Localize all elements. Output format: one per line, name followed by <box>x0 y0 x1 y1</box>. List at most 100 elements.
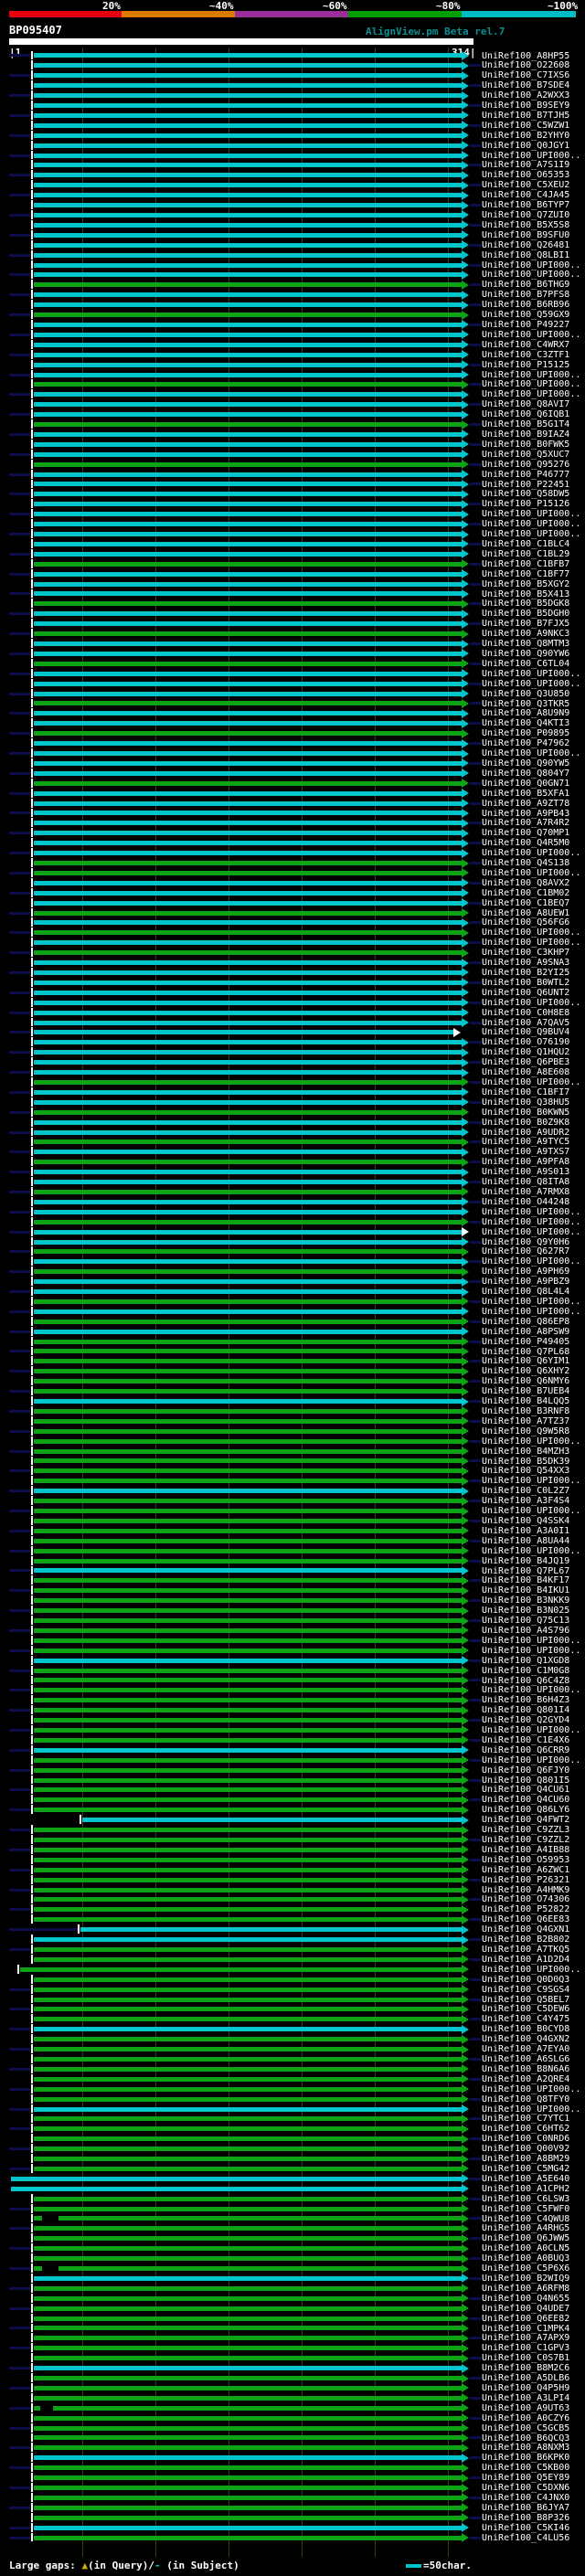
hit-label[interactable]: UniRef100_C4WRX7 <box>482 340 569 350</box>
hit-label[interactable]: UniRef100_UPI000.. <box>482 1436 580 1447</box>
hit-label[interactable]: UniRef100_B0KWN5 <box>482 1108 569 1118</box>
hit-label[interactable]: UniRef100_Q56FG6 <box>482 917 569 928</box>
hit-label[interactable]: UniRef100_Q4UDE7 <box>482 2304 569 2314</box>
hit-label[interactable]: UniRef100_A9UT63 <box>482 2403 569 2413</box>
hit-label[interactable]: UniRef100_A8E608 <box>482 1067 569 1077</box>
hsp-bar[interactable] <box>34 153 462 158</box>
hit-label[interactable]: UniRef100_A8UA44 <box>482 1536 569 1546</box>
hit-label[interactable]: UniRef100_P49405 <box>482 1337 569 1347</box>
hsp-bar[interactable] <box>34 1418 462 1424</box>
hsp-bar[interactable] <box>34 1568 462 1574</box>
hsp-bar[interactable] <box>34 1160 462 1165</box>
hit-label[interactable]: UniRef100_A9TXS7 <box>482 1147 569 1157</box>
hsp-bar[interactable] <box>34 143 462 148</box>
hsp-bar[interactable] <box>34 2445 462 2451</box>
hit-label[interactable]: UniRef100_A0CLN5 <box>482 2243 569 2253</box>
hit-label[interactable]: UniRef100_Q6IQB1 <box>482 409 569 419</box>
hsp-bar[interactable] <box>34 681 462 686</box>
hit-label[interactable]: UniRef100_UPI000.. <box>482 1207 580 1217</box>
hit-label[interactable]: UniRef100_Q0D0Q3 <box>482 1975 569 1985</box>
hsp-bar[interactable] <box>34 2196 462 2201</box>
hit-label[interactable]: UniRef100_A9ZT78 <box>482 799 569 809</box>
hit-label[interactable]: UniRef100_UPI000.. <box>482 270 580 280</box>
hsp-bar[interactable] <box>34 1937 462 1943</box>
hit-label[interactable]: UniRef100_B4IKU1 <box>482 1585 569 1595</box>
hit-label[interactable]: UniRef100_B4JQ19 <box>482 1556 569 1566</box>
hit-label[interactable]: UniRef100_Q804Y7 <box>482 769 569 779</box>
hsp-bar[interactable] <box>34 1757 462 1763</box>
hsp-bar[interactable] <box>34 502 462 507</box>
hsp-bar[interactable] <box>34 671 462 676</box>
hit-label[interactable]: UniRef100_C9ZZL2 <box>482 1835 569 1845</box>
hit-label[interactable]: UniRef100_Q8LBI1 <box>482 250 569 260</box>
hsp-bar[interactable] <box>34 1468 462 1474</box>
hit-label[interactable]: UniRef100_UPI000.. <box>482 1646 580 1656</box>
hsp-bar[interactable] <box>34 1747 462 1753</box>
hsp-bar[interactable] <box>34 392 462 398</box>
hsp-bar[interactable] <box>34 1648 462 1653</box>
hit-label[interactable]: UniRef100_B5X5S8 <box>482 220 569 230</box>
hsp-bar[interactable] <box>34 571 462 577</box>
hit-label[interactable]: UniRef100_Q3U850 <box>482 689 569 699</box>
hit-label[interactable]: UniRef100_B0WTL2 <box>482 978 569 988</box>
hit-label[interactable]: UniRef100_C4LU56 <box>482 2533 569 2543</box>
hit-label[interactable]: UniRef100_Q1XGD8 <box>482 1656 569 1666</box>
hit-label[interactable]: UniRef100_Q4S138 <box>482 858 569 868</box>
hit-label[interactable]: UniRef100_O65353 <box>482 170 569 180</box>
hsp-bar[interactable] <box>34 1837 462 1842</box>
hit-label[interactable]: UniRef100_B5XGY2 <box>482 579 569 589</box>
hit-label[interactable]: UniRef100_Q8AVX2 <box>482 878 569 888</box>
hsp-bar[interactable] <box>34 701 462 706</box>
hsp-bar[interactable] <box>34 990 462 995</box>
hsp-bar[interactable] <box>34 2356 462 2361</box>
hsp-bar[interactable] <box>34 1180 462 1185</box>
hit-label[interactable]: UniRef100_B7SDE4 <box>482 80 569 90</box>
hsp-bar[interactable] <box>34 970 462 975</box>
hsp-bar[interactable] <box>34 1249 462 1255</box>
hit-label[interactable]: UniRef100_B9SEY9 <box>482 101 569 111</box>
hsp-bar[interactable] <box>34 1867 462 1872</box>
hsp-bar[interactable] <box>34 1309 462 1314</box>
hit-label[interactable]: UniRef100_C5DXN6 <box>482 2483 569 2493</box>
hit-label[interactable]: UniRef100_Q00V92 <box>482 2144 569 2154</box>
hit-label[interactable]: UniRef100_UPI000.. <box>482 1685 580 1695</box>
hit-label[interactable]: UniRef100_C4JNX0 <box>482 2493 569 2503</box>
hit-label[interactable]: UniRef100_A7S1I9 <box>482 160 569 170</box>
hit-label[interactable]: UniRef100_P15125 <box>482 360 569 370</box>
hit-label[interactable]: UniRef100_Q38HU5 <box>482 1097 569 1108</box>
hsp-bar[interactable] <box>34 1777 462 1783</box>
hsp-bar[interactable] <box>34 133 462 138</box>
hsp-bar[interactable] <box>34 1727 462 1733</box>
hsp-bar[interactable] <box>34 183 462 188</box>
hit-label[interactable]: UniRef100_A0CZY6 <box>482 2413 569 2423</box>
hsp-bar[interactable] <box>34 1737 462 1743</box>
hsp-bar[interactable] <box>34 232 462 238</box>
hit-label[interactable]: UniRef100_Q0GN71 <box>482 779 569 789</box>
hit-label[interactable]: UniRef100_Q4P5H9 <box>482 2383 569 2393</box>
hsp-bar[interactable] <box>34 561 462 567</box>
hit-label[interactable]: UniRef100_B4LQQ5 <box>482 1396 569 1406</box>
hit-label[interactable]: UniRef100_A9PFA8 <box>482 1157 569 1167</box>
hit-label[interactable]: UniRef100_UPI000.. <box>482 151 580 161</box>
hit-label[interactable]: UniRef100_Q4GXN1 <box>482 1924 569 1935</box>
hit-label[interactable]: UniRef100_C1MPK4 <box>482 2324 569 2334</box>
hsp-bar[interactable] <box>34 252 462 258</box>
hsp-bar[interactable] <box>34 2116 462 2122</box>
hit-label[interactable]: UniRef100_C5KI46 <box>482 2523 569 2533</box>
hit-label[interactable]: UniRef100_B9IAZ4 <box>482 429 569 440</box>
hsp-bar[interactable] <box>34 412 462 418</box>
hsp-bar[interactable] <box>34 272 462 278</box>
hit-label[interactable]: UniRef100_A3LPI4 <box>482 2393 569 2403</box>
hit-label[interactable]: UniRef100_O74306 <box>482 1894 569 1904</box>
hit-label[interactable]: UniRef100_C1BEQ7 <box>482 898 569 908</box>
hit-label[interactable]: UniRef100_UPI000.. <box>482 1227 580 1237</box>
hit-label[interactable]: UniRef100_Q8TFY0 <box>482 2094 569 2104</box>
hsp-bar[interactable] <box>34 2206 462 2211</box>
hit-label[interactable]: UniRef100_B7PFS8 <box>482 290 569 300</box>
hit-label[interactable]: UniRef100_B8P326 <box>482 2513 569 2523</box>
hsp-bar[interactable] <box>34 900 462 906</box>
hsp-bar[interactable] <box>34 2017 462 2022</box>
hsp-bar[interactable] <box>34 1269 462 1275</box>
hsp-bar[interactable] <box>34 831 462 836</box>
hit-label[interactable]: UniRef100_UPI000.. <box>482 1636 580 1646</box>
